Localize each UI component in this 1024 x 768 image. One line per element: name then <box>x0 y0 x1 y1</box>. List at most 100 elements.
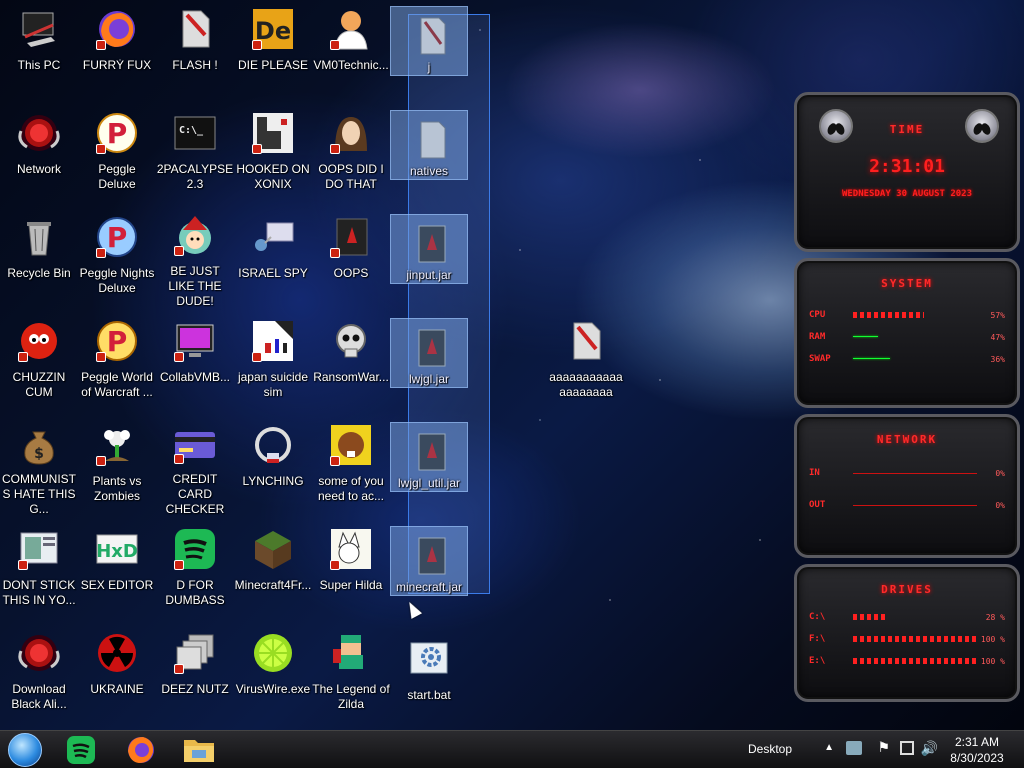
desktop-icon-oops-did-i[interactable]: OOPS DID I DO THAT <box>312 104 390 204</box>
skull-icon <box>328 318 374 364</box>
desktop-icon-lwjgl-jar[interactable]: lwjgl.jar <box>390 318 468 388</box>
network-tray-icon[interactable] <box>846 741 862 755</box>
icon-label: 2PACALYPSE 2.3 <box>156 162 234 191</box>
clock-date: 8/30/2023 <box>950 751 1004 765</box>
desktop-icon-sex-editor[interactable]: HxD SEX EDITOR <box>78 520 156 620</box>
desktop-icon-this-pc[interactable]: This PC <box>0 0 78 100</box>
portrait-icon <box>328 110 374 156</box>
network-status-icon[interactable] <box>900 741 914 755</box>
desktop-icon-flash[interactable]: FLASH ! <box>156 0 234 100</box>
drive-c-row: C:\ 28 % <box>809 612 1005 622</box>
desktop-icon-some-of-you[interactable]: some of you need to ac... <box>312 416 390 516</box>
row-label: C:\ <box>809 612 826 622</box>
desktop-icon-deez-nutz[interactable]: DEEZ NUTZ <box>156 624 234 724</box>
icon-label: FLASH ! <box>172 58 218 72</box>
desktop-icon-chuzzin-cum[interactable]: CHUZZIN CUM <box>0 312 78 412</box>
spotify-icon <box>172 526 218 572</box>
taskbar-clock[interactable]: 2:31 AM 8/30/2023 <box>942 734 1012 766</box>
desktop-icon-legend-of-zilda[interactable]: The Legend of Zilda <box>312 624 390 724</box>
desktop-icon-peggle-wow[interactable]: P Peggle World of Warcraft ... <box>78 312 156 412</box>
desktop-icon-israel-spy[interactable]: ISRAEL SPY <box>234 208 312 308</box>
desktop-icon-lwjgl-util-jar[interactable]: lwjgl_util.jar <box>390 422 468 492</box>
desktop-icon-minecraft4fr[interactable]: Minecraft4Fr... <box>234 520 312 620</box>
money-bag-icon: $ <box>16 422 62 466</box>
taskbar-spotify-button[interactable] <box>64 734 98 766</box>
icon-label: D FOR DUMBASS <box>165 578 225 607</box>
elf-icon <box>172 214 218 258</box>
taskbar-file-explorer-button[interactable] <box>182 734 216 766</box>
svg-text:C:\_: C:\_ <box>179 125 204 136</box>
system-panel: SYSTEM CPU 57% RAM 47% SWAP 36% <box>794 258 1020 408</box>
row-value: 36% <box>990 354 1005 364</box>
desktop-icon-d-for-dumbass[interactable]: D FOR DUMBASS <box>156 520 234 620</box>
chevron-up-icon[interactable]: ▲ <box>824 742 834 753</box>
jar-icon <box>406 429 452 474</box>
desktop-icon-download-black[interactable]: Download Black Ali... <box>0 624 78 724</box>
start-orb-button[interactable] <box>8 733 42 767</box>
desktop-icon-die-please[interactable]: De DIE PLEASE <box>234 0 312 100</box>
radiation-icon <box>94 630 140 676</box>
alien-head-icon <box>819 109 853 143</box>
desktop-icon-2pacalypse[interactable]: C:\_ 2PACALYPSE 2.3 <box>156 104 234 204</box>
desktop-icon-aaaa[interactable]: aaaaaaaaaaaaaaaaaaa <box>546 312 626 412</box>
desktop-icon-j-folder[interactable]: j <box>390 6 468 76</box>
taskbar-firefox-button[interactable] <box>124 734 158 766</box>
credit-card-icon <box>172 422 218 466</box>
desktop-icon-super-hilda[interactable]: Super Hilda <box>312 520 390 620</box>
desktop-icon-recycle-bin[interactable]: Recycle Bin <box>0 208 78 308</box>
alienware-icon <box>16 110 62 156</box>
row-value: 47% <box>990 332 1005 342</box>
swap-row: SWAP 36% <box>809 354 1005 364</box>
desktop-icon-ransomwar[interactable]: RansomWar... <box>312 312 390 412</box>
speaker-icon[interactable]: 🔊 <box>921 740 938 757</box>
svg-text:P: P <box>107 221 128 254</box>
desktop-icon-lynching[interactable]: LYNCHING <box>234 416 312 516</box>
desktop-icon-jinput-jar[interactable]: jinput.jar <box>390 214 468 284</box>
desktop-icon-hooked-on-xonix[interactable]: HOOKED ON XONIX <box>234 104 312 204</box>
beaver-icon <box>328 422 374 468</box>
row-value: 57% <box>990 310 1005 320</box>
desktop-icon-japan-suicide[interactable]: japan suicide sim <box>234 312 312 412</box>
desktop-toolbar-label[interactable]: Desktop <box>748 742 808 756</box>
desktop-icon-be-just-like[interactable]: BE JUST LIKE THE DUDE! <box>156 208 234 308</box>
swap-bar <box>853 356 977 362</box>
jar-icon <box>406 533 452 578</box>
icon-label: j <box>427 60 431 74</box>
desktop-icon-furry-fux[interactable]: FURRY FUX <box>78 0 156 100</box>
peggle-icon: P <box>94 318 140 364</box>
desktop-icon-plants-vs-zombies[interactable]: Plants vs Zombies <box>78 416 156 516</box>
icon-label: DEEZ NUTZ <box>161 682 229 696</box>
die-app-icon: De <box>250 6 296 52</box>
icon-label: ISRAEL SPY <box>238 266 308 280</box>
icon-label: CollabVMB... <box>159 370 231 384</box>
file-icon <box>172 6 218 52</box>
desktop-icon-credit-card[interactable]: CREDIT CARD CHECKER <box>156 416 234 516</box>
desktop-icon-communists[interactable]: $ COMMUNISTS HATE THIS G... <box>0 416 78 516</box>
flag-icon[interactable]: ⚑ <box>877 739 890 756</box>
desktop-icon-peggle-deluxe[interactable]: P Peggle Deluxe <box>78 104 156 204</box>
desktop-icon-vm0technic[interactable]: VM0Technic... <box>312 0 390 100</box>
desktop-icon-ukraine[interactable]: UKRAINE <box>78 624 156 724</box>
icon-label: LYNCHING <box>242 474 304 488</box>
desktop-icon-network[interactable]: Network <box>0 104 78 204</box>
desktop-icon-minecraft-jar[interactable]: minecraft.jar <box>390 526 468 596</box>
desktop-icon-natives-folder[interactable]: natives <box>390 110 468 180</box>
desktop-icon-peggle-nights[interactable]: P Peggle Nights Deluxe <box>78 208 156 308</box>
mouse-cursor <box>403 599 423 619</box>
desktop-icon-collabvmb[interactable]: CollabVMB... <box>156 312 234 412</box>
recycle-bin-icon <box>16 214 62 260</box>
drive-c-bar <box>853 614 977 620</box>
desktop-icon-oops[interactable]: OOPS <box>312 208 390 308</box>
lynching-icon <box>250 422 296 468</box>
firefox-icon <box>128 737 154 763</box>
desktop-icon-viruswire[interactable]: VirusWire.exe <box>234 624 312 724</box>
network-panel: NETWORK IN 0% OUT 0% <box>794 414 1020 558</box>
row-value: 100 % <box>980 634 1005 644</box>
desktop-icon-dont-stick[interactable]: DONT STICK THIS IN YO... <box>0 520 78 620</box>
icon-label: COMMUNISTS HATE THIS G... <box>2 472 76 516</box>
firefox-icon <box>94 6 140 52</box>
hex-editor-icon: HxD <box>94 526 140 572</box>
zelda-icon <box>328 630 374 676</box>
desktop-icon-start-bat[interactable]: start.bat <box>390 630 468 730</box>
row-label: OUT <box>809 500 826 510</box>
